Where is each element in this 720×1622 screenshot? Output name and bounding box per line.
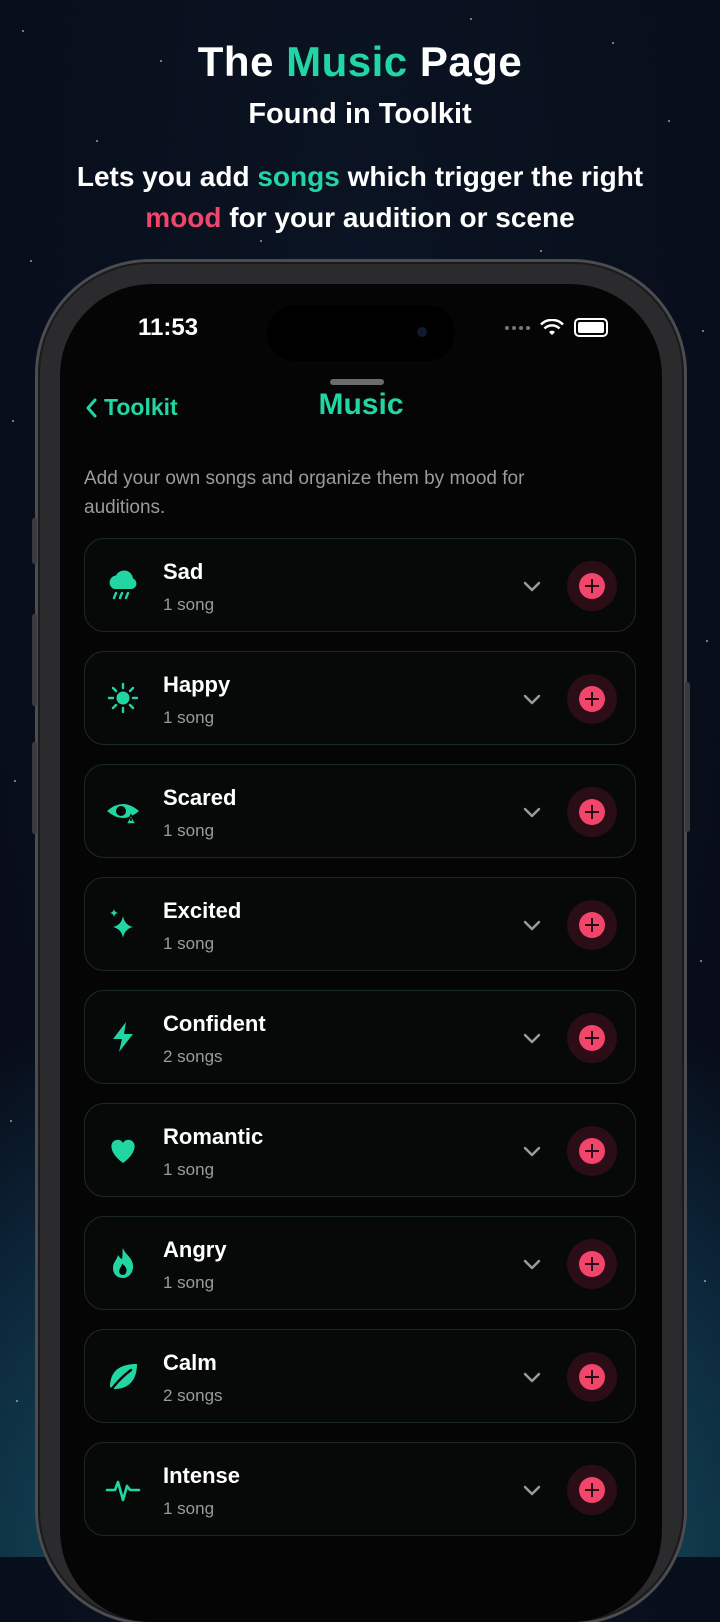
add-song-button[interactable] bbox=[567, 1465, 617, 1515]
lightning-icon bbox=[113, 1022, 133, 1052]
add-song-button[interactable] bbox=[567, 1126, 617, 1176]
mood-name: Intense bbox=[163, 1463, 241, 1488]
mood-name: Excited bbox=[163, 898, 242, 923]
mood-song-count: 2 songs bbox=[163, 1386, 223, 1405]
add-song-button[interactable] bbox=[567, 674, 617, 724]
mood-row-calm[interactable]: Calm 2 songs bbox=[84, 1329, 636, 1423]
dynamic-island bbox=[267, 305, 455, 361]
add-song-button[interactable] bbox=[567, 1352, 617, 1402]
mood-list: Sad 1 song Happy 1 song Scared 1 song Ex… bbox=[84, 538, 636, 1555]
flame-icon bbox=[113, 1248, 134, 1278]
pulse-icon bbox=[105, 1480, 141, 1502]
phone-side-button bbox=[32, 742, 37, 834]
chevron-down-icon[interactable] bbox=[521, 575, 543, 597]
plus-circle-icon bbox=[579, 1025, 605, 1051]
plus-circle-icon bbox=[579, 799, 605, 825]
sun-icon bbox=[107, 682, 139, 714]
mood-row-intense[interactable]: Intense 1 song bbox=[84, 1442, 636, 1536]
mood-row-excited[interactable]: Excited 1 song bbox=[84, 877, 636, 971]
mood-song-count: 1 song bbox=[163, 1160, 215, 1179]
chevron-down-icon[interactable] bbox=[521, 914, 543, 936]
sheet-grabber[interactable] bbox=[330, 379, 384, 385]
promo-title: The Music Page bbox=[197, 38, 523, 85]
battery-icon bbox=[574, 318, 608, 337]
signal-icon bbox=[505, 325, 530, 330]
intro-text: Add your own songs and organize them by … bbox=[84, 468, 525, 518]
page-title: Music bbox=[318, 388, 404, 421]
mood-row-happy[interactable]: Happy 1 song bbox=[84, 651, 636, 745]
wifi-icon bbox=[540, 318, 564, 335]
eye-warning-icon bbox=[107, 804, 139, 825]
mood-row-angry[interactable]: Angry 1 song bbox=[84, 1216, 636, 1310]
chevron-down-icon[interactable] bbox=[521, 1253, 543, 1275]
plus-circle-icon bbox=[579, 1138, 605, 1164]
plus-circle-icon bbox=[579, 1251, 605, 1277]
promo-subtitle: Found in Toolkit bbox=[248, 98, 472, 130]
mood-song-count: 2 songs bbox=[163, 1047, 223, 1066]
mood-name: Calm bbox=[163, 1350, 217, 1375]
chevron-down-icon[interactable] bbox=[521, 1366, 543, 1388]
mood-name: Angry bbox=[163, 1237, 227, 1262]
plus-circle-icon bbox=[579, 1477, 605, 1503]
chevron-down-icon[interactable] bbox=[521, 1140, 543, 1162]
phone-frame: 11:53 Toolkit Music Add your own songs a… bbox=[32, 262, 690, 1622]
plus-circle-icon bbox=[579, 686, 605, 712]
sparkles-icon bbox=[110, 909, 133, 938]
chevron-down-icon[interactable] bbox=[521, 1027, 543, 1049]
promo-description: Lets you add songs which trigger the rig… bbox=[76, 161, 644, 233]
mood-name: Scared bbox=[163, 785, 237, 810]
plus-circle-icon bbox=[579, 912, 605, 938]
plus-circle-icon bbox=[579, 1364, 605, 1390]
mood-song-count: 1 song bbox=[163, 1273, 215, 1292]
phone-side-button bbox=[32, 614, 37, 706]
phone-side-button bbox=[32, 518, 37, 564]
add-song-button[interactable] bbox=[567, 1239, 617, 1289]
mood-row-scared[interactable]: Scared 1 song bbox=[84, 764, 636, 858]
mood-name: Confident bbox=[163, 1011, 266, 1036]
app-screen: 11:53 Toolkit Music Add your own songs a… bbox=[60, 284, 662, 1622]
mood-name: Romantic bbox=[163, 1124, 264, 1149]
status-time: 11:53 bbox=[138, 314, 199, 341]
mood-name: Happy bbox=[163, 672, 231, 697]
mood-row-romantic[interactable]: Romantic 1 song bbox=[84, 1103, 636, 1197]
add-song-button[interactable] bbox=[567, 1013, 617, 1063]
mood-song-count: 1 song bbox=[163, 1499, 215, 1518]
heart-icon bbox=[111, 1139, 135, 1163]
rain-cloud-icon bbox=[109, 570, 137, 600]
chevron-down-icon[interactable] bbox=[521, 1479, 543, 1501]
mood-row-confident[interactable]: Confident 2 songs bbox=[84, 990, 636, 1084]
mood-song-count: 1 song bbox=[163, 595, 215, 614]
plus-circle-icon bbox=[579, 573, 605, 599]
phone-side-button bbox=[685, 682, 690, 832]
chevron-down-icon[interactable] bbox=[521, 801, 543, 823]
mood-song-count: 1 song bbox=[163, 821, 215, 840]
mood-row-sad[interactable]: Sad 1 song bbox=[84, 538, 636, 632]
chevron-down-icon[interactable] bbox=[521, 688, 543, 710]
leaf-icon bbox=[109, 1364, 137, 1392]
mood-name: Sad bbox=[163, 559, 204, 584]
add-song-button[interactable] bbox=[567, 900, 617, 950]
mood-song-count: 1 song bbox=[163, 934, 215, 953]
mood-song-count: 1 song bbox=[163, 708, 215, 727]
add-song-button[interactable] bbox=[567, 787, 617, 837]
add-song-button[interactable] bbox=[567, 561, 617, 611]
status-indicators bbox=[505, 318, 608, 337]
